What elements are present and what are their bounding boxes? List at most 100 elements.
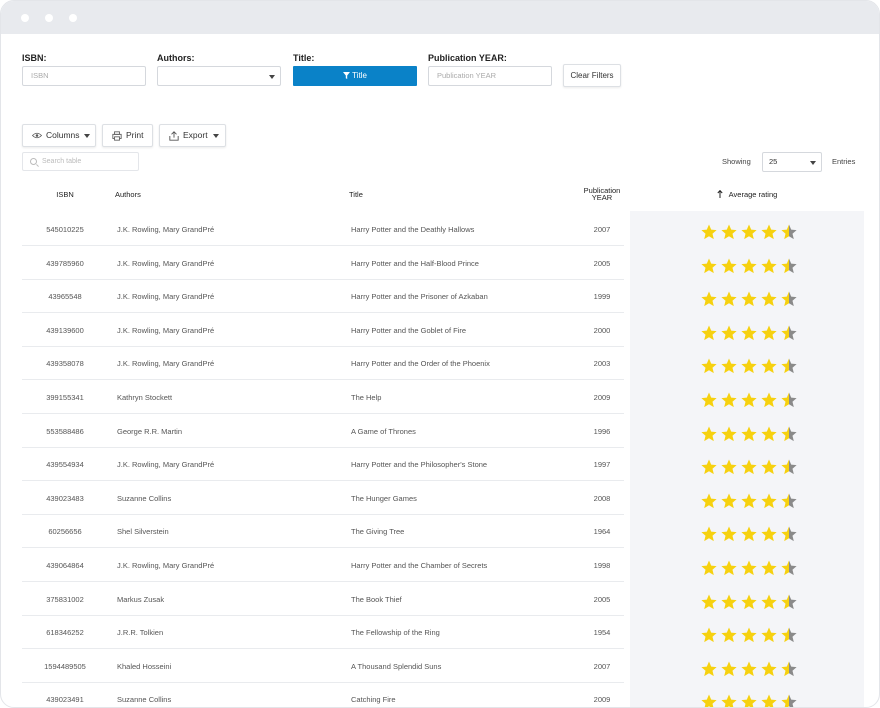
cell-year: 2003: [593, 359, 611, 369]
star-icon: [781, 594, 797, 609]
cell-year: 1999: [593, 292, 611, 302]
table-row[interactable]: 43965548 J.K. Rowling, Mary GrandPré Harry…: [22, 279, 624, 314]
cell-year: 2009: [593, 393, 611, 402]
authors-filter-select[interactable]: [157, 66, 281, 86]
star-icon: [761, 426, 777, 441]
table-row[interactable]: 618346252 J.R.R. Tolkien The Fellowship of…: [22, 615, 624, 650]
star-icon: [781, 392, 797, 408]
columns-button[interactable]: Columns: [22, 124, 96, 147]
star-icon: [741, 526, 757, 542]
cell-year: 2005: [593, 594, 611, 604]
column-header-rating[interactable]: Average rating: [717, 189, 777, 199]
table-row[interactable]: 439554934 J.K. Rowling, Mary GrandPré Harr…: [22, 447, 624, 482]
star-icon: [741, 594, 757, 609]
table-row[interactable]: 439023491 Suzanne Collins Catching Fire 200…: [22, 682, 624, 707]
cell-isbn: 43965548: [48, 292, 82, 302]
star-icon: [781, 560, 797, 576]
table-row[interactable]: 439139600 J.K. Rowling, Mary GrandPré Harr…: [22, 313, 624, 347]
cell-title: Harry Potter and the Deathly Hallows: [351, 225, 475, 234]
clear-filters-button[interactable]: Clear Filters: [563, 64, 621, 87]
cell-title: Harry Potter and the Prisoner of Azkaban: [351, 292, 488, 302]
table-row[interactable]: 375831002 Markus Zusak The Book Thief 2005: [22, 582, 624, 616]
star-icon: [701, 627, 717, 643]
cell-title: The Help: [351, 393, 382, 402]
cell-year: 2000: [593, 325, 611, 335]
star-icon: [761, 627, 777, 643]
title-filter-label: Title:: [293, 53, 315, 63]
table-row[interactable]: 60256656 Shel Silverstein The Giving Tree 1…: [22, 514, 624, 549]
cell-authors: Suzanne Collins: [117, 695, 172, 705]
chevron-down-icon: [213, 134, 219, 138]
star-icon: [781, 459, 797, 475]
star-icon: [701, 258, 717, 273]
column-header-authors[interactable]: Authors: [115, 190, 141, 199]
table-row[interactable]: 545010225 J.K. Rowling, Mary GrandPré Harr…: [22, 212, 624, 246]
title-filter-button-label: Title: [352, 71, 367, 80]
table-row[interactable]: 1594489505 Khaled Hosseini A Thousand Sple…: [22, 649, 624, 683]
printer-icon: [112, 131, 122, 141]
window-dot-2: [45, 14, 53, 22]
star-icon: [761, 258, 777, 273]
star-icon: [701, 560, 717, 576]
table-row[interactable]: 399155341 Kathryn Stockett The Help 2009: [22, 380, 624, 414]
table-row[interactable]: 439785960 J.K. Rowling, Mary GrandPré Harr…: [22, 246, 624, 280]
entries-label: Entries: [832, 157, 856, 166]
showing-label: Showing: [722, 157, 751, 166]
page-size-select[interactable]: 25: [762, 152, 822, 172]
column-header-isbn[interactable]: ISBN: [22, 190, 108, 199]
window-titlebar: [1, 1, 879, 34]
isbn-filter-input[interactable]: ISBN: [22, 66, 146, 86]
star-icon: [781, 493, 797, 508]
cell-isbn: 439023483: [46, 493, 84, 503]
star-icon: [761, 392, 777, 408]
year-filter-input[interactable]: Publication YEAR: [428, 66, 552, 86]
table-row[interactable]: 553588486 George R.R. Martin A Game of Thr…: [22, 414, 624, 448]
year-filter-label: Publication YEAR:: [428, 53, 507, 63]
star-icon: [741, 325, 757, 340]
window-dot-3: [69, 14, 77, 22]
cell-authors: J.K. Rowling, Mary GrandPré: [117, 325, 215, 335]
cell-title: Harry Potter and the Philosopher's Stone: [351, 460, 488, 470]
cell-year: 2008: [593, 493, 611, 503]
column-header-year-line2: YEAR: [591, 193, 613, 202]
cell-title: The Fellowship of the Ring: [351, 628, 440, 638]
export-button[interactable]: Export: [159, 124, 226, 147]
cell-year: 2007: [593, 661, 611, 671]
column-header-year[interactable]: Publication YEAR: [577, 187, 627, 202]
cell-authors: J.K. Rowling, Mary GrandPré: [117, 292, 215, 302]
star-icon: [701, 694, 717, 707]
star-icon: [721, 459, 737, 475]
cell-authors: Shel Silverstein: [117, 527, 169, 537]
star-icon: [721, 426, 737, 441]
cell-authors: Suzanne Collins: [117, 493, 172, 503]
cell-authors: J.K. Rowling, Mary GrandPré: [117, 258, 215, 268]
cell-authors: J.K. Rowling, Mary GrandPré: [117, 225, 215, 234]
cell-title: A Thousand Splendid Suns: [351, 661, 442, 671]
title-filter: Title: Title: [293, 53, 417, 86]
column-header-title[interactable]: Title: [349, 190, 363, 199]
star-icon: [721, 224, 737, 240]
star-icon: [701, 493, 717, 508]
search-table-input[interactable]: Search table: [22, 152, 139, 171]
table-row[interactable]: 439023483 Suzanne Collins The Hunger Games…: [22, 481, 624, 515]
columns-button-label: Columns: [46, 130, 80, 140]
cell-isbn: 439554934: [46, 460, 84, 470]
cell-year: 1998: [593, 561, 611, 570]
print-button[interactable]: Print: [102, 124, 153, 147]
star-icon: [721, 291, 737, 307]
star-icon: [741, 560, 757, 576]
star-icon: [761, 291, 777, 307]
cell-authors: Khaled Hosseini: [117, 661, 172, 671]
cell-title: A Game of Thrones: [351, 426, 416, 436]
table-row[interactable]: 439358078 J.K. Rowling, Mary GrandPré Harr…: [22, 346, 624, 381]
cell-isbn: 439785960: [46, 258, 84, 268]
chevron-down-icon: [810, 161, 816, 165]
title-filter-button[interactable]: Title: [293, 66, 417, 86]
table-row[interactable]: 439064864 J.K. Rowling, Mary GrandPré Harr…: [22, 548, 624, 582]
cell-title: The Giving Tree: [351, 527, 405, 537]
search-table-placeholder: Search table: [42, 158, 82, 165]
star-icon: [781, 526, 797, 542]
star-icon: [761, 224, 777, 240]
star-icon: [741, 224, 757, 240]
cell-title: The Book Thief: [351, 594, 402, 604]
